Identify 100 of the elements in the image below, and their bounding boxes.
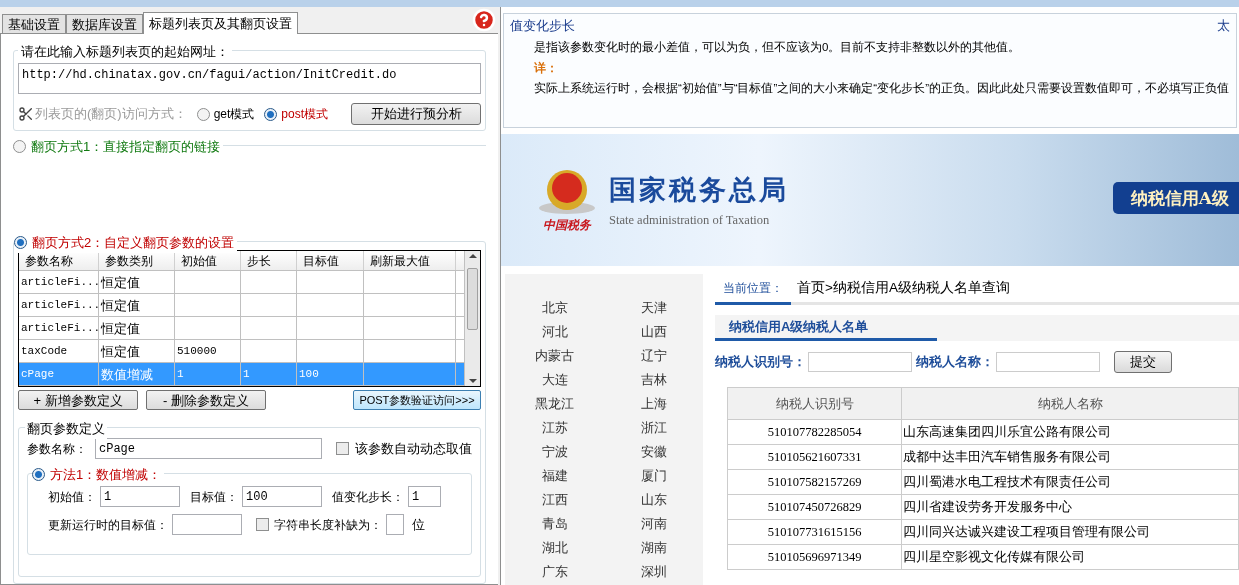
- table-cell: 恒定值: [99, 340, 175, 362]
- location-label: 当前位置：: [715, 274, 791, 305]
- mode-label: 列表页的(翻页)访问方式：: [35, 105, 187, 124]
- site-subtitle: State administration of Taxation: [609, 211, 771, 229]
- table-cell: 成都中达丰田汽车销售服务有限公司: [902, 445, 1239, 470]
- province-link[interactable]: 江西: [505, 488, 604, 512]
- table-cell: 恒定值: [99, 294, 175, 316]
- table-cell: 510107782285054: [728, 420, 902, 445]
- tab[interactable]: 数据库设置: [66, 14, 143, 33]
- add-parameter-button[interactable]: + 新增参数定义: [18, 390, 138, 410]
- field-label: 纳税人识别号：: [715, 353, 806, 372]
- delete-parameter-button[interactable]: - 删除参数定义: [146, 390, 266, 410]
- province-link[interactable]: 河南: [604, 512, 703, 536]
- table-cell: articleFi...: [19, 294, 99, 316]
- province-link[interactable]: 广东: [505, 560, 604, 584]
- column-header: 纳税人识别号: [728, 388, 902, 420]
- field-label: 纳税人名称：: [916, 353, 994, 372]
- target-value-field[interactable]: 100: [242, 486, 322, 507]
- province-link[interactable]: 江苏: [505, 416, 604, 440]
- table-cell: 510105621607331: [728, 445, 902, 470]
- province-link[interactable]: 大连: [505, 368, 604, 392]
- table-cell: 510000: [175, 340, 241, 362]
- emblem-caption: 中国税务: [543, 217, 591, 234]
- submit-button[interactable]: 提交: [1114, 351, 1172, 373]
- field-label: 目标值：: [190, 488, 238, 506]
- help-heading: 详：: [533, 59, 559, 77]
- province-link[interactable]: 浙江: [604, 416, 703, 440]
- table-cell: 恒定值: [99, 317, 175, 339]
- province-link[interactable]: 山西: [604, 320, 703, 344]
- province-link[interactable]: 北京: [505, 296, 604, 320]
- help-side-text[interactable]: 太: [1217, 16, 1230, 36]
- province-link[interactable]: 安徽: [604, 440, 703, 464]
- province-link[interactable]: 河北: [505, 320, 604, 344]
- help-paragraph: 实际上系统运行时，会根据“初始值”与“目标值”之间的大小来确定“变化步长”的正负。因此此处只需要设置数值即可，不必填写正负值: [533, 80, 1230, 96]
- parameter-name-field[interactable]: cPage: [95, 438, 322, 459]
- field-label: 初始值：: [48, 488, 96, 506]
- table-cell: cPage: [19, 363, 99, 385]
- table-row[interactable]: articleFi...恒定值: [19, 317, 464, 340]
- field-label: 参数名称：: [27, 440, 87, 458]
- column-header: 刷新最大值: [364, 251, 456, 270]
- field-label: 值变化步长：: [332, 488, 404, 506]
- table-row[interactable]: taxCode 恒定值 510000: [19, 340, 464, 363]
- column-header: 参数类别: [99, 251, 175, 270]
- table-cell: 1: [175, 363, 241, 385]
- site-title: 国家税务总局: [609, 174, 789, 208]
- table-cell: 四川星空影视文化传媒有限公司: [902, 545, 1239, 570]
- province-link[interactable]: 青岛: [505, 512, 604, 536]
- mode-option[interactable]: post模式: [281, 105, 329, 123]
- initial-value-field[interactable]: 1: [100, 486, 180, 507]
- table-cell: articleFi...: [19, 271, 99, 293]
- breadcrumb: 首页>纳税信用A级纳税人名单查询: [797, 278, 1010, 297]
- tab[interactable]: 基础设置: [2, 14, 66, 33]
- checkbox-label[interactable]: 该参数自动动态取值: [355, 438, 472, 459]
- column-header: 参数名称: [19, 251, 99, 270]
- table-cell: 510107450726829: [728, 495, 902, 520]
- table-cell: 1: [241, 363, 297, 385]
- banner-badge: 纳税信用A级: [1112, 182, 1239, 214]
- province-link[interactable]: 山东: [604, 488, 703, 512]
- province-link[interactable]: 天津: [604, 296, 703, 320]
- table-cell: 510107731615156: [728, 520, 902, 545]
- table-cell: 四川省建设劳务开发服务中心: [902, 495, 1239, 520]
- analyze-button[interactable]: 开始进行预分析: [351, 103, 481, 125]
- province-link[interactable]: 宁波: [505, 440, 604, 464]
- url-field[interactable]: http://hd.chinatax.gov.cn/fagui/action/InitCredit.do: [18, 63, 481, 94]
- province-link[interactable]: 福建: [505, 464, 604, 488]
- province-link[interactable]: 黑龙江: [505, 392, 604, 416]
- province-link[interactable]: 内蒙古: [505, 344, 604, 368]
- table-cell: 四川蜀港水电工程技术有限责任公司: [902, 470, 1239, 495]
- table-cell: 数值增减: [99, 363, 175, 385]
- table-row[interactable]: articleFi...恒定值: [19, 294, 464, 317]
- province-link[interactable]: 深圳: [604, 560, 703, 584]
- province-link[interactable]: 吉林: [604, 368, 703, 392]
- tab[interactable]: 标题列表页及其翻页设置: [143, 12, 298, 34]
- table-cell: 510105696971349: [728, 545, 902, 570]
- mode-option[interactable]: get模式: [213, 105, 255, 123]
- province-link[interactable]: 辽宁: [604, 344, 703, 368]
- province-link[interactable]: 湖南: [604, 536, 703, 560]
- column-header: 步长: [241, 251, 297, 270]
- province-link[interactable]: 厦门: [604, 464, 703, 488]
- province-link[interactable]: 上海: [604, 392, 703, 416]
- unit-label: 位: [412, 515, 425, 534]
- help-paragraph: 是指该参数变化时的最小差值，可以为负，但不应该为0。目前不支持非整数以外的其他值。: [533, 39, 1022, 55]
- group-legend: 翻页参数定义: [25, 419, 107, 439]
- table-cell: articleFi...: [19, 317, 99, 339]
- post-verify-button[interactable]: POST参数验证访问>>>: [353, 390, 481, 410]
- help-title: 值变化步长: [510, 17, 575, 35]
- column-header: 纳税人名称: [902, 388, 1239, 420]
- table-cell: 100: [297, 363, 364, 385]
- section-title: 纳税信用A级纳税人名单: [715, 316, 937, 341]
- table-cell: 恒定值: [99, 271, 175, 293]
- checkbox-label[interactable]: 字符串长度补缺为：: [274, 515, 382, 534]
- province-link[interactable]: 湖北: [505, 536, 604, 560]
- field-label: 更新运行时的目标值：: [48, 516, 168, 534]
- column-header: 初始值: [175, 251, 241, 270]
- table-cell: 510107582157269: [728, 470, 902, 495]
- table-row[interactable]: articleFi...恒定值: [19, 271, 464, 294]
- table-cell: taxCode: [19, 340, 99, 362]
- table-cell: 山东高速集团四川乐宜公路有限公司: [902, 420, 1239, 445]
- step-field[interactable]: 1: [408, 486, 441, 507]
- table-cell: 四川同兴达诚兴建设工程项目管理有限公司: [902, 520, 1239, 545]
